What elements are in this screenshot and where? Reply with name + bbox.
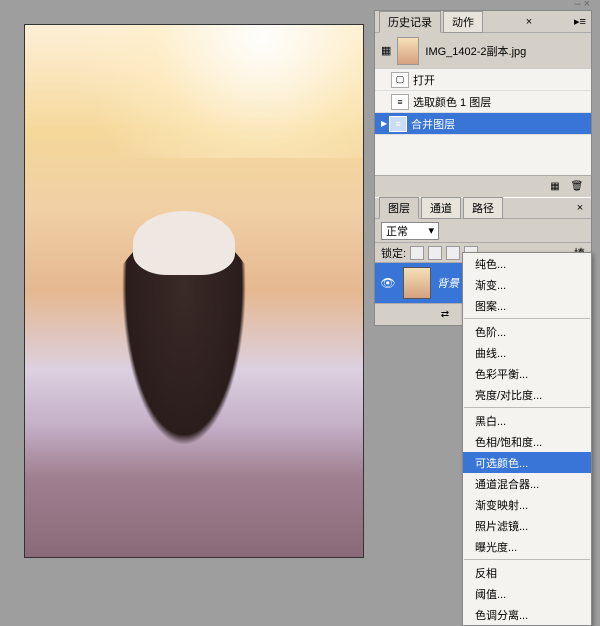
menu-item[interactable]: 色相/饱和度...: [463, 431, 591, 452]
menu-item[interactable]: 图案...: [463, 295, 591, 316]
menu-item[interactable]: 色彩平衡...: [463, 363, 591, 384]
menu-item[interactable]: 纯色...: [463, 253, 591, 274]
menu-item[interactable]: 色阶...: [463, 321, 591, 342]
menu-item[interactable]: 反相: [463, 562, 591, 583]
menu-item[interactable]: 曲线...: [463, 342, 591, 363]
menu-item[interactable]: 可选颜色...: [463, 452, 591, 473]
trash-button[interactable]: 🗑: [569, 179, 585, 195]
layers-controls: 正常 ▾: [375, 219, 591, 243]
panel-menu-icon[interactable]: ▸≡: [573, 15, 587, 29]
layer-name: 背景: [437, 275, 459, 291]
panel-collapse-icon[interactable]: ×: [573, 201, 587, 215]
history-step-label: 合并图层: [411, 116, 455, 132]
history-item[interactable]: ▢打开: [375, 69, 591, 91]
history-list: ▢打开≡选取颜色 1 图层▶≡合并图层: [375, 69, 591, 135]
file-name: IMG_1402-2副本.jpg: [425, 43, 526, 59]
history-file-row[interactable]: ▦ IMG_1402-2副本.jpg: [375, 33, 591, 69]
lock-label: 锁定:: [381, 245, 406, 261]
visibility-eye-icon[interactable]: 👁: [379, 274, 397, 292]
layers-panel-tabs: 图层 通道 路径 ×: [375, 197, 591, 219]
menu-separator: [464, 318, 590, 319]
lock-brush-icon[interactable]: [428, 246, 442, 260]
blend-mode-value: 正常: [386, 223, 408, 239]
window-controls: – ×: [575, 0, 590, 10]
tab-actions[interactable]: 动作: [443, 11, 483, 33]
panel-collapse-icon[interactable]: ×: [522, 15, 536, 29]
minimize-button[interactable]: –: [575, 0, 581, 10]
history-item[interactable]: ≡选取颜色 1 图层: [375, 91, 591, 113]
blend-mode-select[interactable]: 正常 ▾: [381, 222, 439, 240]
lock-move-icon[interactable]: [446, 246, 460, 260]
menu-item[interactable]: 照片滤镜...: [463, 515, 591, 536]
history-step-icon: ▢: [391, 72, 409, 88]
tab-history[interactable]: 历史记录: [379, 11, 441, 33]
menu-item[interactable]: 渐变映射...: [463, 494, 591, 515]
menu-separator: [464, 407, 590, 408]
menu-item[interactable]: 阈值...: [463, 583, 591, 604]
history-footer: ▦ 🗑: [375, 175, 591, 197]
menu-item[interactable]: 通道混合器...: [463, 473, 591, 494]
photo-subject: [133, 211, 234, 275]
tab-paths[interactable]: 路径: [463, 197, 503, 219]
file-thumbnail: [397, 37, 419, 65]
history-step-icon: ≡: [391, 94, 409, 110]
adjustment-layer-menu: 纯色...渐变...图案... 色阶...曲线...色彩平衡...亮度/对比度..…: [462, 252, 592, 626]
history-empty-space: [375, 135, 591, 175]
edited-photo: [25, 25, 363, 557]
tab-channels[interactable]: 通道: [421, 197, 461, 219]
lock-transparent-icon[interactable]: [410, 246, 424, 260]
link-icon[interactable]: ⇄: [437, 307, 453, 323]
image-canvas[interactable]: [24, 24, 364, 558]
chevron-down-icon: ▾: [428, 224, 434, 237]
history-item[interactable]: ▶≡合并图层: [375, 113, 591, 135]
tab-layers[interactable]: 图层: [379, 197, 419, 219]
menu-item[interactable]: 亮度/对比度...: [463, 384, 591, 405]
layer-thumbnail: [403, 267, 431, 299]
close-button[interactable]: ×: [584, 0, 590, 10]
menu-separator: [464, 559, 590, 560]
history-step-label: 打开: [413, 72, 435, 88]
menu-item[interactable]: 渐变...: [463, 274, 591, 295]
history-step-label: 选取颜色 1 图层: [413, 94, 491, 110]
arrow-icon: ▶: [381, 119, 387, 128]
snapshot-icon: ▦: [381, 44, 391, 57]
history-step-icon: ≡: [389, 116, 407, 132]
menu-item[interactable]: 黑白...: [463, 410, 591, 431]
new-snapshot-button[interactable]: ▦: [547, 179, 563, 195]
menu-item[interactable]: 曝光度...: [463, 536, 591, 557]
history-panel-tabs: 历史记录 动作 × ▸≡: [375, 11, 591, 33]
menu-item[interactable]: 色调分离...: [463, 604, 591, 625]
